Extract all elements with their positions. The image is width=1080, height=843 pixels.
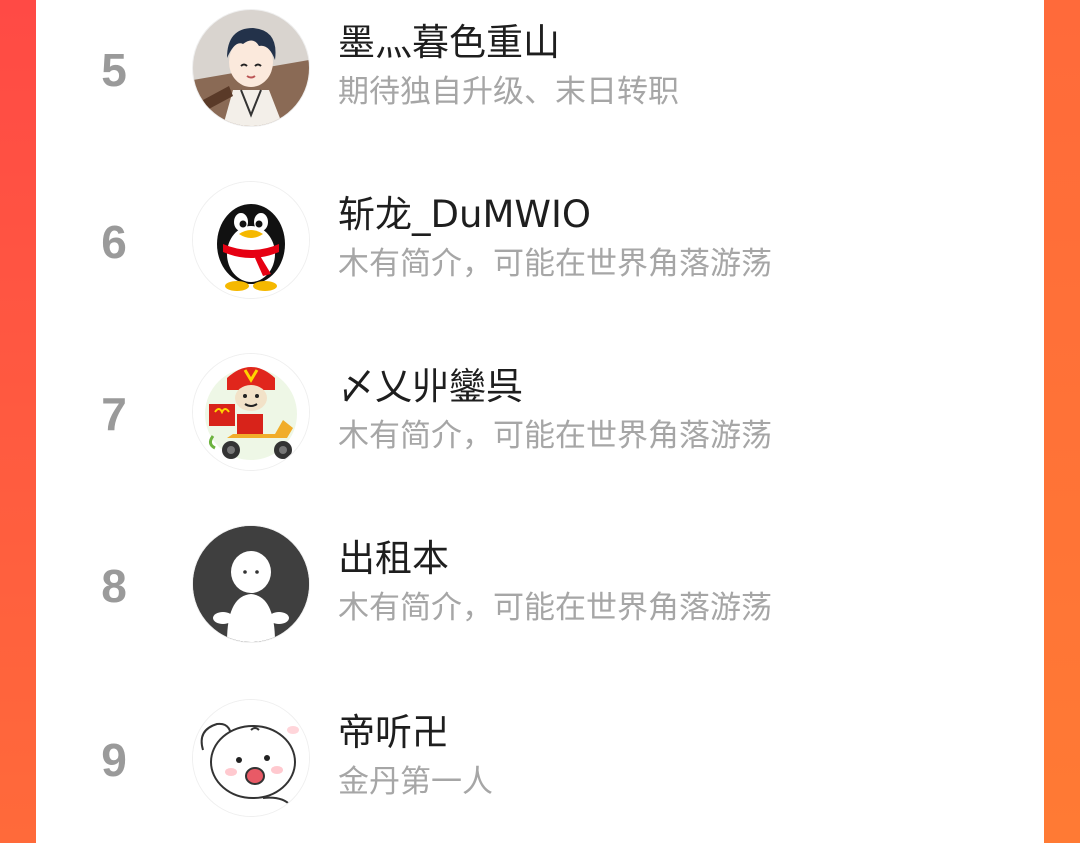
rank-number: 7 <box>101 388 127 440</box>
qq-penguin-avatar-icon[interactable] <box>193 182 309 298</box>
right-background-edge <box>1044 0 1080 843</box>
ranking-list-card: 5 墨灬暮色重山 期待独自升级、末日转职 6 斩龙_DuMWIO 木有简介，可能… <box>36 0 1044 843</box>
list-item[interactable]: 5 墨灬暮色重山 期待独自升级、末日转职 <box>36 0 1044 150</box>
default-person-avatar-icon[interactable] <box>193 526 309 642</box>
user-name[interactable]: 墨灬暮色重山 <box>338 12 560 66</box>
anime-boy-avatar-icon[interactable] <box>193 10 309 126</box>
user-name[interactable]: 出租本 <box>338 528 449 582</box>
rank-number: 8 <box>101 560 127 612</box>
user-bio: 木有简介，可能在世界角落游荡 <box>338 246 772 282</box>
list-item[interactable]: 9 帝听卍 金丹第一人 <box>36 690 1044 840</box>
rank-number: 6 <box>101 216 127 268</box>
user-name[interactable]: 斩龙_DuMWIO <box>338 184 591 238</box>
rank-number: 9 <box>101 734 127 786</box>
user-name[interactable]: 〆乂丱鑾呉 <box>338 356 523 410</box>
list-item[interactable]: 7 〆乂丱鑾呉 木有简介，可能在世界角落游荡 <box>36 344 1044 494</box>
user-bio: 期待独自升级、末日转职 <box>338 74 679 110</box>
user-bio: 金丹第一人 <box>338 764 493 800</box>
user-name[interactable]: 帝听卍 <box>338 702 449 756</box>
cartoon-bunny-avatar-icon[interactable] <box>193 700 309 816</box>
delivery-rider-avatar-icon[interactable] <box>193 354 309 470</box>
rank-number: 5 <box>101 44 127 96</box>
list-item[interactable]: 6 斩龙_DuMWIO 木有简介，可能在世界角落游荡 <box>36 172 1044 322</box>
list-item[interactable]: 8 出租本 木有简介，可能在世界角落游荡 <box>36 516 1044 666</box>
user-bio: 木有简介，可能在世界角落游荡 <box>338 418 772 454</box>
user-bio: 木有简介，可能在世界角落游荡 <box>338 590 772 626</box>
